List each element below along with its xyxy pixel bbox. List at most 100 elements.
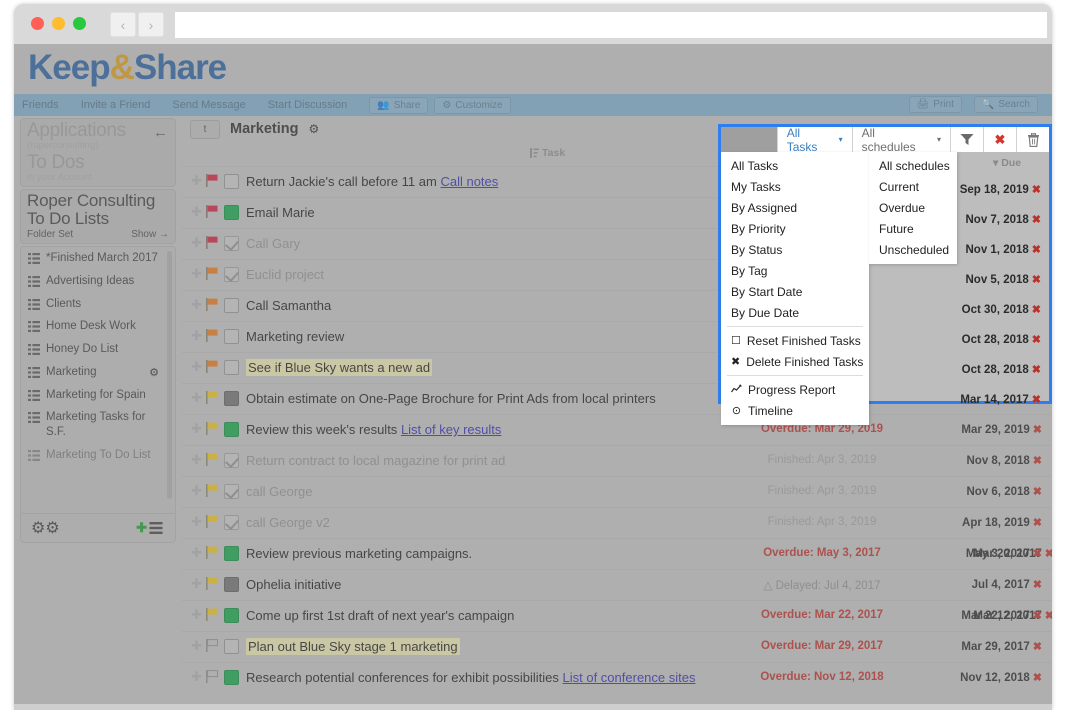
- task-title[interactable]: Review this week's results List of key r…: [246, 421, 791, 439]
- task-due-date[interactable]: Apr 18, 2019 ✖: [962, 516, 1042, 529]
- priority-flag-icon[interactable]: [205, 297, 220, 316]
- priority-flag-icon[interactable]: [205, 576, 220, 595]
- remove-due-date-icon[interactable]: ✖: [1033, 641, 1042, 653]
- all-tasks-dropdown[interactable]: All Tasks ▾: [776, 126, 852, 154]
- task-due-date[interactable]: Nov 6, 2018 ✖: [966, 485, 1042, 498]
- applications-card[interactable]: ← Applications (roperconsulting) To Dos …: [20, 118, 176, 187]
- table-row[interactable]: ✚ Review this week's results List of key…: [182, 414, 1052, 445]
- priority-flag-icon[interactable]: [205, 204, 220, 223]
- nav-send-message[interactable]: Send Message: [172, 99, 245, 111]
- task-checkbox[interactable]: [224, 174, 239, 189]
- folder-item-marketing-for-spain[interactable]: Marketing for Spain: [21, 384, 175, 407]
- remove-due-date-icon[interactable]: ✖: [1033, 610, 1042, 622]
- task-title[interactable]: Research potential conferences for exhib…: [246, 669, 791, 687]
- task-checkbox[interactable]: [224, 639, 239, 654]
- menu-item-delete-finished-tasks[interactable]: ✖ Delete Finished Tasks: [721, 351, 869, 372]
- menu-item-future[interactable]: Future: [869, 218, 957, 239]
- menu-item-all-schedules[interactable]: All schedules: [869, 155, 957, 176]
- table-row[interactable]: ✚ call George v2 Finished: Apr 3, 2019 A…: [182, 507, 1052, 538]
- expand-row-icon[interactable]: ✚: [190, 173, 203, 188]
- menu-item-overdue[interactable]: Overdue: [869, 197, 957, 218]
- task-checkbox[interactable]: [224, 360, 239, 375]
- share-button[interactable]: 👥 Share: [369, 96, 429, 114]
- priority-flag-icon[interactable]: [205, 266, 220, 285]
- visible-spill-date[interactable]: Mar 14, 2017 ✖: [960, 393, 1041, 406]
- remove-due-date-icon[interactable]: ✖: [1033, 672, 1042, 684]
- task-checkbox[interactable]: [224, 422, 239, 437]
- priority-flag-icon[interactable]: [205, 669, 220, 688]
- remove-due-date-icon[interactable]: ✖: [1032, 244, 1041, 256]
- back-button[interactable]: ‹: [110, 12, 136, 37]
- menu-item-by-status[interactable]: By Status: [721, 239, 869, 260]
- expand-row-icon[interactable]: ✚: [190, 545, 203, 560]
- table-row[interactable]: ✚ Ophelia initiative △ Delayed: Jul 4, 2…: [182, 569, 1052, 600]
- menu-item-by-due-date[interactable]: By Due Date: [721, 302, 869, 323]
- task-title[interactable]: Euclid project: [246, 266, 791, 284]
- table-row[interactable]: ✚ Plan out Blue Sky stage 1 marketing Ov…: [182, 631, 1052, 662]
- folder-settings-gear-icon[interactable]: ⚙: [149, 366, 159, 380]
- remove-due-date-icon[interactable]: ✖: [1033, 517, 1042, 529]
- task-title[interactable]: call George: [246, 483, 791, 501]
- add-list-icon[interactable]: ✚: [136, 520, 163, 536]
- page-settings-gear-icon[interactable]: ⚙: [309, 122, 320, 136]
- task-title[interactable]: Obtain estimate on One-Page Brochure for…: [246, 390, 791, 408]
- remove-due-date-icon[interactable]: ✖: [1032, 214, 1041, 226]
- color-swatch[interactable]: [721, 127, 777, 152]
- remove-due-date-icon[interactable]: ✖: [1033, 486, 1042, 498]
- remove-due-date-icon[interactable]: ✖: [1032, 364, 1041, 376]
- menu-item-progress-report[interactable]: Progress Report: [721, 379, 869, 400]
- folder-item-marketing-tasks-for-sf[interactable]: Marketing Tasks for S.F.: [21, 406, 175, 443]
- expand-row-icon[interactable]: ✚: [190, 204, 203, 219]
- menu-item-by-tag[interactable]: By Tag: [721, 260, 869, 281]
- menu-item-by-assigned[interactable]: By Assigned: [721, 197, 869, 218]
- task-checkbox[interactable]: [224, 515, 239, 530]
- priority-flag-icon[interactable]: [205, 328, 220, 347]
- folder-item-marketing[interactable]: Marketing ⚙: [21, 361, 175, 384]
- remove-due-date-icon[interactable]: ✖: [1032, 184, 1041, 196]
- expand-row-icon[interactable]: ✚: [190, 235, 203, 250]
- expand-row-icon[interactable]: ✚: [190, 266, 203, 281]
- menu-item-my-tasks[interactable]: My Tasks: [721, 176, 869, 197]
- expand-row-icon[interactable]: ✚: [190, 452, 203, 467]
- folder-item-advertising-ideas[interactable]: Advertising Ideas: [21, 270, 175, 293]
- menu-item-reset-finished-tasks[interactable]: ☐ Reset Finished Tasks: [721, 330, 869, 351]
- priority-flag-icon[interactable]: [205, 452, 220, 471]
- forward-button[interactable]: ›: [138, 12, 164, 37]
- visible-due-date[interactable]: Oct 30, 2018 ✖: [962, 303, 1041, 316]
- expand-row-icon[interactable]: ✚: [190, 390, 203, 405]
- task-checkbox[interactable]: [224, 205, 239, 220]
- column-header-task[interactable]: Task: [530, 147, 565, 159]
- task-title[interactable]: Come up first 1st draft of next year's c…: [246, 607, 791, 625]
- visible-due-date[interactable]: Nov 5, 2018 ✖: [965, 273, 1041, 286]
- task-due-date[interactable]: Nov 8, 2018 ✖: [966, 454, 1042, 467]
- task-title[interactable]: Marketing review: [246, 328, 791, 346]
- priority-flag-icon[interactable]: [205, 235, 220, 254]
- folder-item-clients[interactable]: Clients: [21, 293, 175, 316]
- search-button[interactable]: 🔍 Search: [973, 96, 1038, 113]
- expand-row-icon[interactable]: ✚: [190, 576, 203, 591]
- menu-item-unscheduled[interactable]: Unscheduled: [869, 239, 957, 260]
- menu-item-timeline[interactable]: ⊙ Timeline: [721, 400, 869, 421]
- priority-flag-icon[interactable]: [205, 390, 220, 409]
- priority-flag-icon[interactable]: [205, 545, 220, 564]
- task-checkbox[interactable]: [224, 236, 239, 251]
- folder-item-home-desk-work[interactable]: Home Desk Work: [21, 315, 175, 338]
- menu-item-current[interactable]: Current: [869, 176, 957, 197]
- task-due-date[interactable]: Jul 4, 2017 ✖: [972, 578, 1042, 591]
- task-due-date[interactable]: Mar 29, 2019 ✖: [961, 423, 1042, 436]
- task-checkbox[interactable]: [224, 670, 239, 685]
- priority-flag-icon[interactable]: [205, 607, 220, 626]
- expand-row-icon[interactable]: ✚: [190, 669, 203, 684]
- remove-start-date-icon[interactable]: ✖: [1045, 610, 1052, 622]
- folder-item-finished-march-2017[interactable]: *Finished March 2017: [21, 247, 175, 270]
- task-title[interactable]: Return Jackie's call before 11 am Call n…: [246, 173, 791, 191]
- expand-row-icon[interactable]: ✚: [190, 359, 203, 374]
- task-checkbox[interactable]: [224, 453, 239, 468]
- expand-row-icon[interactable]: ✚: [190, 514, 203, 529]
- table-row[interactable]: ✚ Research potential conferences for exh…: [182, 662, 1052, 710]
- task-checkbox[interactable]: [224, 484, 239, 499]
- task-title[interactable]: Plan out Blue Sky stage 1 marketing: [246, 638, 791, 656]
- all-schedules-dropdown[interactable]: All schedules ▾: [851, 126, 950, 154]
- task-due-date[interactable]: Mar 29, 2017 ✖: [961, 640, 1042, 653]
- task-link[interactable]: List of key results: [401, 422, 501, 437]
